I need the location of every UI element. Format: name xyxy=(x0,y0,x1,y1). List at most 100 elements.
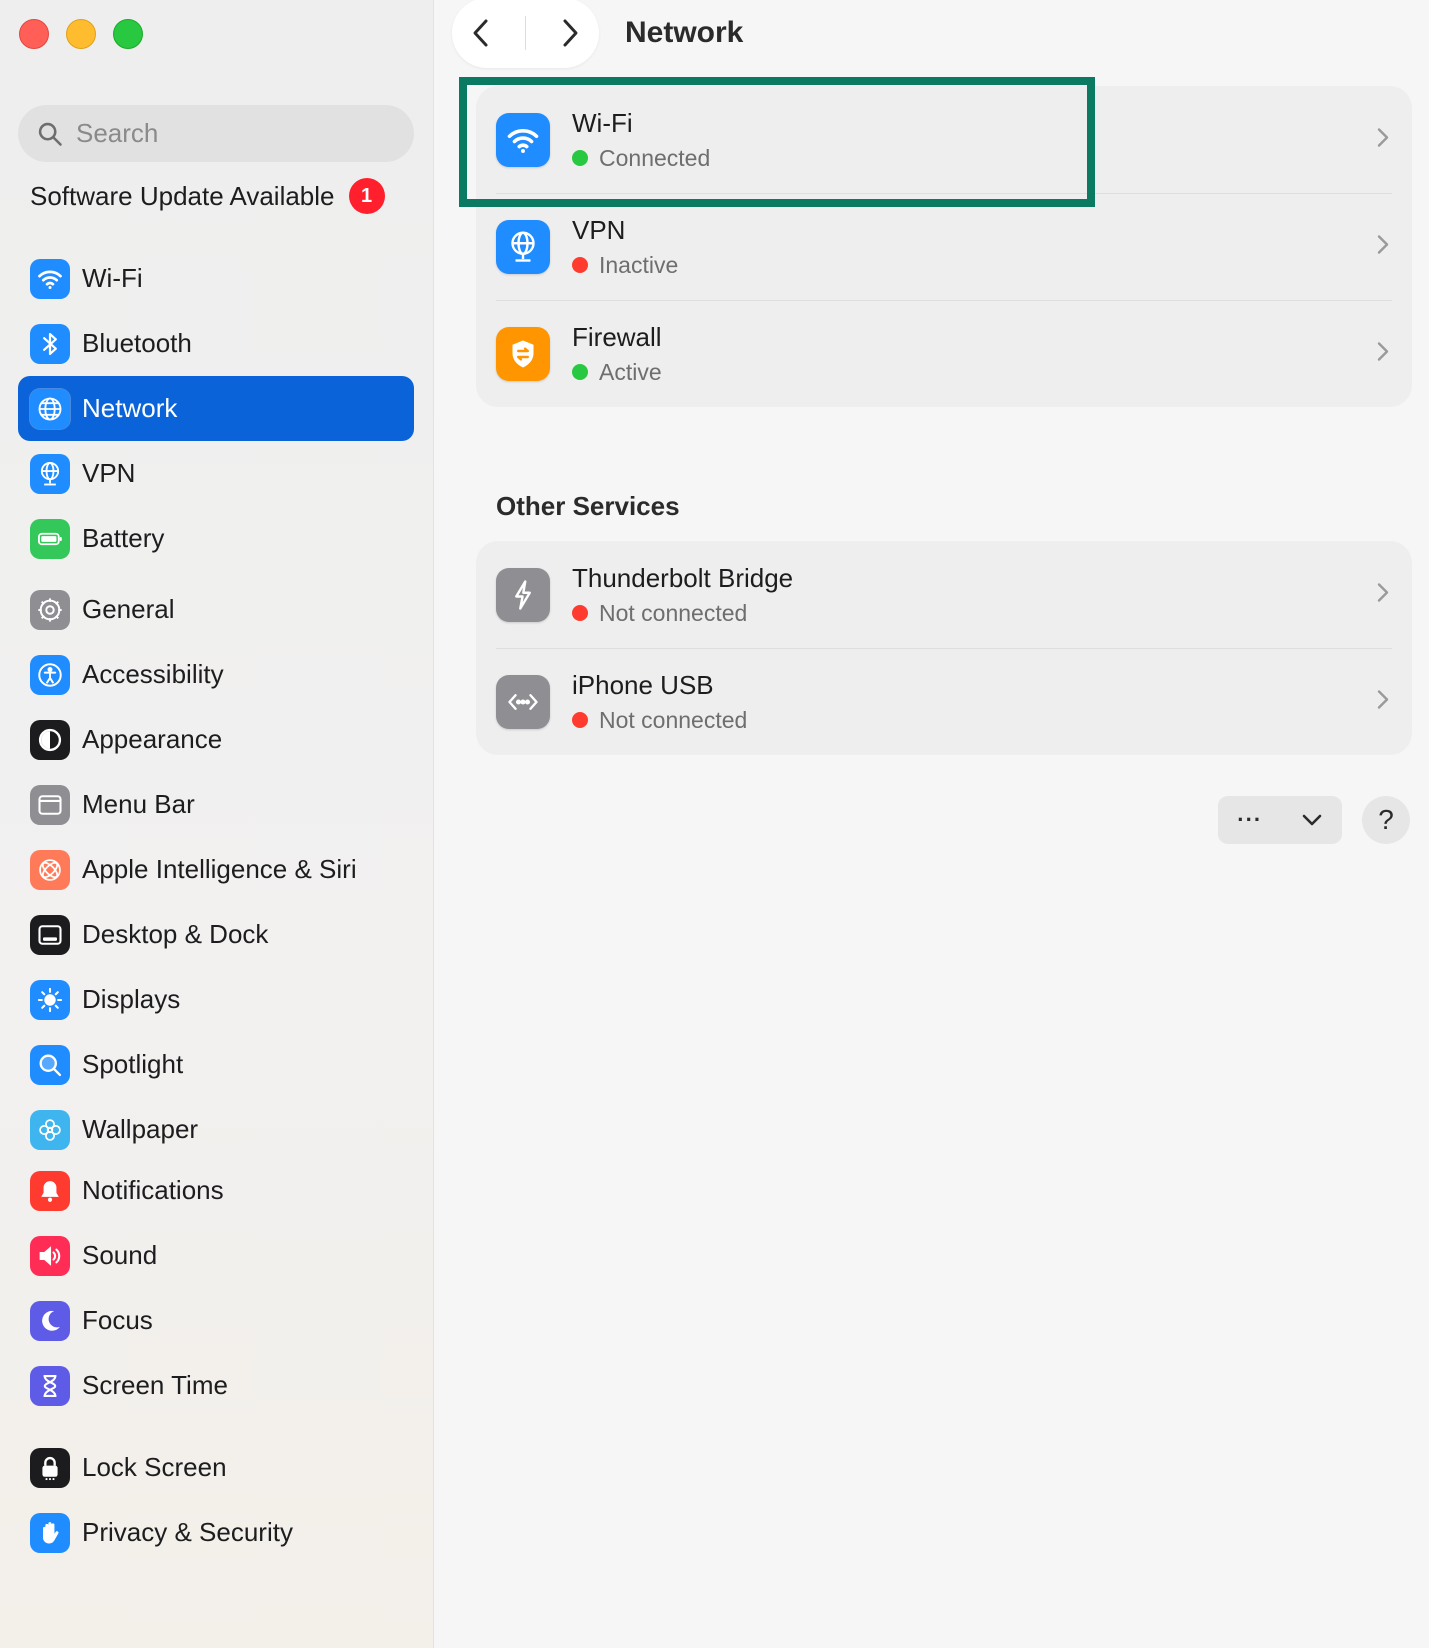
status-text: Connected xyxy=(599,144,711,171)
sidebar-item-label: Privacy & Security xyxy=(82,1517,293,1547)
chevron-right-icon xyxy=(1376,233,1390,260)
zoom-window-button[interactable] xyxy=(113,19,143,49)
usb-icon xyxy=(496,674,550,729)
globe-icon xyxy=(30,388,70,429)
service-title: Wi-Fi xyxy=(572,107,633,138)
hand-icon xyxy=(30,1512,70,1553)
back-chevron-icon[interactable] xyxy=(468,18,494,48)
sidebar-item-label: Apple Intelligence & Siri xyxy=(82,854,357,884)
forward-chevron-icon[interactable] xyxy=(557,18,583,48)
siri-icon xyxy=(30,849,70,890)
sidebar-item-network[interactable]: Network xyxy=(18,376,414,441)
sidebar-item-privacy-and-security[interactable]: Privacy & Security xyxy=(18,1500,414,1565)
sidebar-item-spotlight[interactable]: Spotlight xyxy=(18,1032,414,1097)
sidebar-item-label: Lock Screen xyxy=(82,1452,227,1482)
service-text: iPhone USB Not connected xyxy=(572,670,747,734)
sidebar-item-notifications[interactable]: Notifications xyxy=(18,1158,414,1223)
sidebar-item-label: Desktop & Dock xyxy=(82,919,269,949)
battery-icon xyxy=(30,518,70,559)
sidebar-item-menu-bar[interactable]: Menu Bar xyxy=(18,772,414,837)
nav-divider xyxy=(524,16,526,50)
sidebar-item-wi-fi[interactable]: Wi-Fi xyxy=(18,246,414,311)
sidebar-item-label: Menu Bar xyxy=(82,789,195,819)
sidebar-item-label: VPN xyxy=(82,458,136,488)
sidebar-item-apple-intelligence-and-siri[interactable]: Apple Intelligence & Siri xyxy=(18,837,414,902)
sidebar-item-label: Wi-Fi xyxy=(82,263,143,293)
action-menu-button[interactable]: ··· xyxy=(1218,796,1342,844)
software-update-link[interactable]: Software Update Available 1 xyxy=(30,178,385,214)
wifi-icon xyxy=(496,112,550,167)
service-text: VPN Inactive xyxy=(572,215,678,279)
hourglass-icon xyxy=(30,1365,70,1406)
status-dot xyxy=(572,712,588,728)
service-title: VPN xyxy=(572,214,626,245)
status-text: Not connected xyxy=(599,706,748,733)
close-window-button[interactable] xyxy=(19,19,49,49)
magnifier-icon xyxy=(30,1044,70,1085)
history-nav xyxy=(452,0,599,68)
sidebar-item-wallpaper[interactable]: Wallpaper xyxy=(18,1097,414,1162)
sidebar-item-vpn[interactable]: VPN xyxy=(18,441,414,506)
service-status: Not connected xyxy=(572,707,747,734)
sidebar-item-accessibility[interactable]: Accessibility xyxy=(18,642,414,707)
sidebar-item-general[interactable]: General xyxy=(18,577,414,642)
dock-icon xyxy=(30,914,70,955)
firewall-shield-icon xyxy=(496,326,550,381)
speaker-icon xyxy=(30,1235,70,1276)
sidebar-item-battery[interactable]: Battery xyxy=(18,506,414,571)
service-row-wi-fi[interactable]: Wi-Fi Connected xyxy=(476,86,1412,193)
sidebar-item-label: Accessibility xyxy=(82,659,224,689)
other-services-card: Thunderbolt Bridge Not connected iPhone US… xyxy=(476,541,1412,755)
sidebar-group: Wi-Fi Bluetooth Network VPN Battery xyxy=(18,246,414,571)
sidebar-item-label: Network xyxy=(82,393,178,423)
service-status: Connected xyxy=(572,145,710,172)
chevron-right-icon xyxy=(1376,126,1390,153)
software-update-label: Software Update Available xyxy=(30,180,335,211)
minimize-window-button[interactable] xyxy=(66,19,96,49)
appearance-icon xyxy=(30,719,70,760)
vpn-globe-icon xyxy=(496,219,550,274)
sidebar-item-sound[interactable]: Sound xyxy=(18,1223,414,1288)
bluetooth-icon xyxy=(30,323,70,364)
service-row-vpn[interactable]: VPN Inactive xyxy=(476,193,1412,300)
help-button[interactable]: ? xyxy=(1362,796,1410,844)
sidebar-group: Lock Screen Privacy & Security xyxy=(18,1435,414,1565)
sidebar-item-screen-time[interactable]: Screen Time xyxy=(18,1353,414,1418)
more-icon: ··· xyxy=(1237,807,1263,832)
wifi-icon xyxy=(30,258,70,299)
thunderbolt-icon xyxy=(496,567,550,622)
sidebar-item-label: Appearance xyxy=(82,724,223,754)
window-controls xyxy=(19,19,143,49)
search-icon xyxy=(38,122,62,146)
sidebar-item-displays[interactable]: Displays xyxy=(18,967,414,1032)
sidebar-item-label: Battery xyxy=(82,523,165,553)
service-text: Firewall Active xyxy=(572,322,662,386)
sidebar-item-label: Sound xyxy=(82,1240,158,1270)
chevron-down-icon xyxy=(1302,814,1322,826)
service-row-firewall[interactable]: Firewall Active xyxy=(476,300,1412,407)
service-title: Firewall xyxy=(572,321,662,352)
service-title: Thunderbolt Bridge xyxy=(572,562,794,593)
update-count-badge: 1 xyxy=(348,178,385,214)
service-row-thunderbolt-bridge[interactable]: Thunderbolt Bridge Not connected xyxy=(476,541,1412,648)
search-field[interactable]: Search xyxy=(18,105,414,162)
sidebar-item-lock-screen[interactable]: Lock Screen xyxy=(18,1435,414,1500)
status-dot xyxy=(572,364,588,380)
status-dot xyxy=(572,257,588,273)
sidebar-item-label: Bluetooth xyxy=(82,328,192,358)
status-text: Inactive xyxy=(599,251,679,278)
status-text: Active xyxy=(599,358,662,385)
sidebar-item-bluetooth[interactable]: Bluetooth xyxy=(18,311,414,376)
service-status: Inactive xyxy=(572,252,678,279)
vpn-globe-icon xyxy=(30,453,70,494)
sidebar-item-label: Notifications xyxy=(82,1175,224,1205)
sidebar-item-appearance[interactable]: Appearance xyxy=(18,707,414,772)
sidebar-item-desktop-and-dock[interactable]: Desktop & Dock xyxy=(18,902,414,967)
sidebar-item-focus[interactable]: Focus xyxy=(18,1288,414,1353)
sidebar-item-label: Focus xyxy=(82,1305,153,1335)
status-dot xyxy=(572,605,588,621)
sidebar: Search Software Update Available 1 Wi-Fi… xyxy=(0,0,434,1648)
service-text: Wi-Fi Connected xyxy=(572,108,710,172)
moon-icon xyxy=(30,1300,70,1341)
service-row-iphone-usb[interactable]: iPhone USB Not connected xyxy=(476,648,1412,755)
